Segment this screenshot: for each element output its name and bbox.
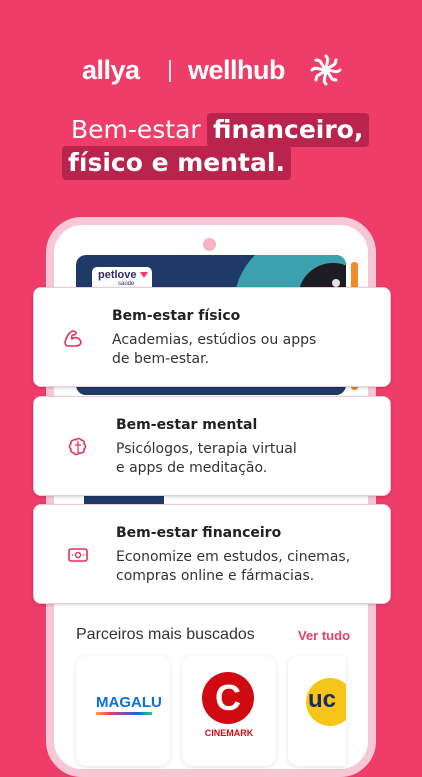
allya-logo: allya (82, 55, 140, 85)
muscle-arm-icon (64, 330, 82, 347)
card-desc-line-2: de bem-estar. (112, 351, 210, 367)
cinemark-logo-mark: C (215, 677, 241, 718)
card-desc-line-2: e apps de meditação. (116, 460, 268, 476)
dog-eye (332, 279, 340, 287)
petlove-logo-name: petlove (98, 269, 137, 281)
card-title: Bem-estar físico (112, 308, 241, 324)
card-bem-estar-fisico[interactable]: Bem-estar físico Academias, estúdios ou … (33, 287, 391, 387)
card-desc-line-2: compras online e fármacias. (116, 568, 315, 584)
card-desc-line-1: Economize em estudos, cinemas, (116, 549, 351, 565)
magalu-logo-bar (96, 712, 152, 715)
headline-plain-text: Bem-estar (71, 115, 201, 144)
magalu-logo: MAGALU (96, 694, 162, 711)
card-title: Bem-estar financeiro (116, 525, 282, 541)
card-desc-line-1: Psicólogos, terapia virtual (116, 441, 297, 457)
brain-icon (68, 437, 87, 456)
brand-divider (169, 60, 171, 82)
card-bem-estar-financeiro[interactable]: Bem-estar financeiro Economize em estudo… (33, 504, 391, 604)
headline-highlight-financeiro: financeiro, (207, 113, 370, 147)
wellhub-flower-icon (310, 54, 342, 86)
partners-section-title: Parceiros mais buscados (76, 626, 255, 643)
card-desc-line-1: Academias, estúdios ou apps (112, 332, 317, 348)
cinemark-logo-text: CINEMARK (204, 728, 254, 738)
phone-camera (203, 238, 216, 251)
brand-header: allya wellhub (0, 52, 422, 88)
wellhub-logo: wellhub (188, 55, 286, 85)
headline-highlight-fisico-mental: físico e mental. (62, 146, 291, 180)
card-title: Bem-estar mental (116, 417, 258, 433)
card-bem-estar-mental[interactable]: Bem-estar mental Psicólogos, terapia vir… (33, 396, 391, 496)
money-bill-icon (68, 548, 88, 562)
uci-logo-mark: uc (308, 686, 337, 713)
heart-icon (140, 272, 148, 278)
see-all-link[interactable]: Ver tudo (298, 628, 350, 643)
